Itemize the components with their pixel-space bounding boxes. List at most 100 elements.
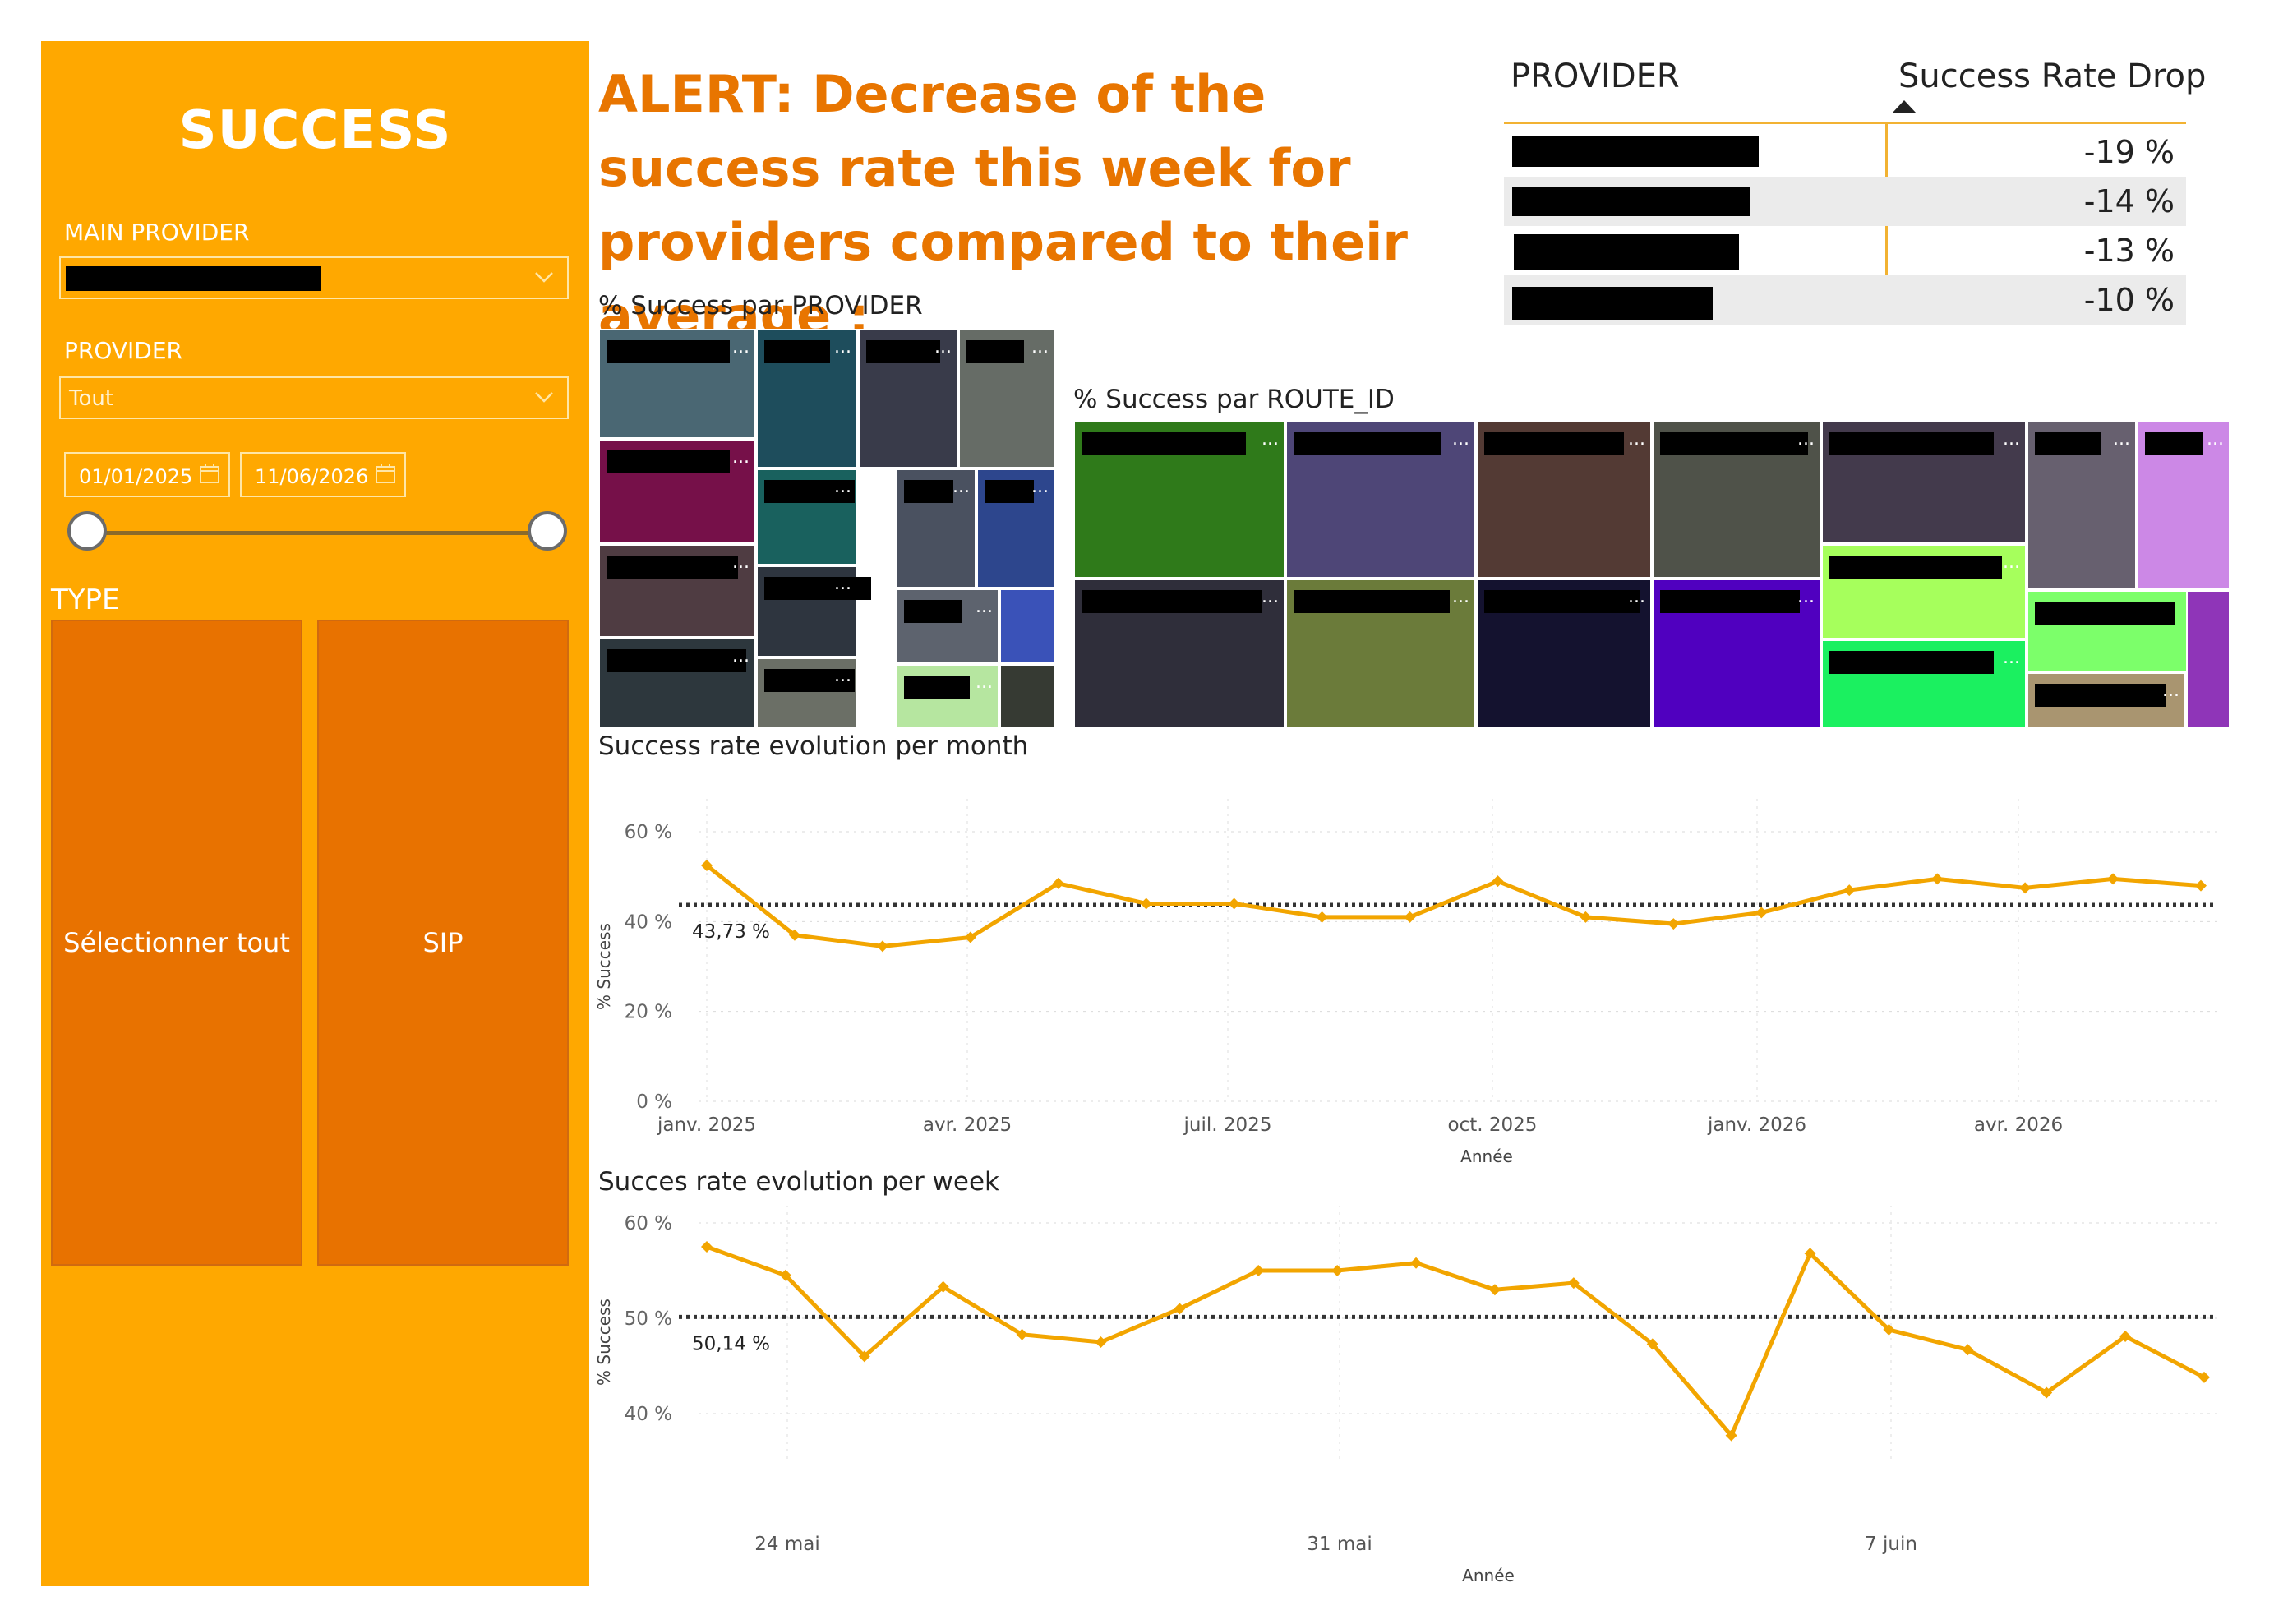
- redacted-label: [1829, 651, 1994, 674]
- main-provider-dropdown[interactable]: [59, 256, 569, 299]
- table-row[interactable]: -10 %: [1504, 275, 2186, 325]
- data-point[interactable]: [1667, 918, 1680, 930]
- calendar-icon[interactable]: [199, 464, 220, 485]
- provider-tile[interactable]: ...: [958, 329, 1055, 468]
- redacted-provider: [1514, 234, 1739, 270]
- more-options-icon: ...: [1452, 429, 1469, 450]
- route-tile[interactable]: [2186, 590, 2230, 728]
- y-axis-title: % Success: [594, 923, 614, 1010]
- table-row[interactable]: -19 %: [1504, 127, 2186, 177]
- data-point[interactable]: [2107, 873, 2119, 885]
- provider-tile[interactable]: [999, 664, 1055, 728]
- provider-tile[interactable]: ...: [896, 664, 999, 728]
- provider-tile[interactable]: ...: [598, 544, 756, 638]
- route-tile[interactable]: ...: [2137, 421, 2230, 590]
- weekly-line-chart[interactable]: 40 % 50 % 60 % 24 mai 31 mai 7 juin Année % Suc…: [590, 1206, 2234, 1585]
- data-point[interactable]: [701, 1241, 713, 1253]
- provider-tile[interactable]: ...: [598, 638, 756, 728]
- data-point[interactable]: [2195, 879, 2207, 892]
- table-row[interactable]: -13 %: [1504, 226, 2186, 275]
- end-date-input[interactable]: 11/06/2026: [240, 452, 406, 497]
- route-tile[interactable]: ...: [1652, 579, 1821, 728]
- calendar-icon[interactable]: [375, 464, 396, 485]
- treemap-route-title: % Success par ROUTE_ID: [1073, 385, 1395, 414]
- provider-tile[interactable]: ...: [896, 588, 999, 664]
- x-axis-title: Année: [1462, 1566, 1515, 1585]
- more-options-icon: ...: [1797, 429, 1815, 450]
- start-date-input[interactable]: 01/01/2025: [64, 452, 230, 497]
- drop-value: -10 %: [2083, 282, 2175, 318]
- route-tile[interactable]: ...: [2027, 672, 2186, 728]
- provider-tile[interactable]: ...: [598, 329, 756, 439]
- provider-tile[interactable]: ...: [858, 329, 958, 468]
- data-point[interactable]: [1095, 1336, 1107, 1348]
- more-options-icon: ...: [1262, 587, 1279, 607]
- monthly-line-chart[interactable]: 0 % 20 % 40 % 60 % janv. 2025 avr. 2025 juil. …: [590, 773, 2234, 1167]
- provider-tile[interactable]: ...: [756, 468, 858, 565]
- redacted-label: [1484, 590, 1640, 613]
- route-tile[interactable]: ...: [1821, 639, 2027, 728]
- route-tile[interactable]: ...: [1285, 579, 1476, 728]
- route-tile[interactable]: ...: [1821, 421, 2027, 544]
- route-tile[interactable]: ...: [1821, 544, 2027, 639]
- x-tick-label: avr. 2026: [1974, 1114, 2063, 1136]
- redacted-label: [607, 450, 730, 473]
- route-tile[interactable]: ...: [1652, 421, 1821, 579]
- redacted-label: [607, 649, 746, 672]
- data-point[interactable]: [1404, 911, 1416, 923]
- data-point[interactable]: [1140, 897, 1152, 910]
- provider-tile[interactable]: ...: [976, 468, 1055, 588]
- provider-tile[interactable]: ...: [896, 468, 976, 588]
- table-header-drop[interactable]: Success Rate Drop: [1898, 58, 2206, 95]
- data-point[interactable]: [2019, 882, 2032, 894]
- more-options-icon: ...: [952, 477, 970, 497]
- date-range-start-handle[interactable]: [67, 511, 107, 551]
- redacted-label: [904, 676, 970, 699]
- redacted-label: [607, 556, 738, 579]
- y-tick-label: 40 %: [625, 1404, 672, 1425]
- data-point[interactable]: [1931, 873, 1944, 885]
- date-range-slider-track[interactable]: [90, 531, 549, 535]
- chevron-down-icon: [535, 272, 553, 283]
- provider-tile[interactable]: [999, 588, 1055, 664]
- provider-tile[interactable]: ...: [598, 439, 756, 544]
- data-point[interactable]: [1316, 911, 1328, 923]
- route-tile[interactable]: ...: [1476, 579, 1652, 728]
- more-options-icon: ...: [834, 666, 851, 686]
- x-tick-label: 24 mai: [754, 1534, 819, 1555]
- data-point[interactable]: [876, 940, 888, 953]
- type-select-all-button[interactable]: Sélectionner tout: [51, 620, 302, 1266]
- table-header-provider[interactable]: PROVIDER: [1511, 58, 1680, 95]
- data-point[interactable]: [1488, 1284, 1501, 1296]
- data-point[interactable]: [1410, 1257, 1423, 1269]
- route-tile[interactable]: ...: [1285, 421, 1476, 579]
- redacted-label: [2035, 684, 2166, 707]
- more-options-icon: ...: [2162, 681, 2179, 701]
- data-point[interactable]: [1843, 884, 1856, 897]
- type-sip-button[interactable]: SIP: [317, 620, 569, 1266]
- more-options-icon: ...: [976, 597, 993, 617]
- route-tile[interactable]: ...: [1476, 421, 1652, 579]
- y-tick-label: 60 %: [625, 1213, 672, 1234]
- redacted-label: [866, 340, 940, 363]
- route-tile[interactable]: ...: [2027, 421, 2137, 590]
- series-line: [706, 1244, 2206, 1438]
- table-row[interactable]: -14 %: [1504, 177, 2186, 226]
- monthly-chart-title: Success rate evolution per month: [598, 731, 1029, 761]
- route-tile[interactable]: ...: [1073, 579, 1285, 728]
- provider-dropdown[interactable]: Tout: [59, 376, 569, 419]
- provider-tile[interactable]: ...: [756, 329, 858, 468]
- data-point[interactable]: [1492, 875, 1504, 888]
- y-tick-label: 20 %: [625, 1002, 672, 1023]
- provider-tile[interactable]: ...: [756, 657, 858, 728]
- data-point[interactable]: [1580, 911, 1592, 923]
- route-tile[interactable]: ...: [1073, 421, 1285, 579]
- date-range-end-handle[interactable]: [528, 511, 567, 551]
- provider-tile[interactable]: ...: [756, 565, 871, 657]
- redacted-label: [1294, 590, 1450, 613]
- data-point[interactable]: [1331, 1265, 1344, 1276]
- data-point[interactable]: [1228, 897, 1240, 910]
- redacted-label: [1484, 432, 1624, 455]
- data-point[interactable]: [1755, 907, 1768, 919]
- weekly-chart-title: Succes rate evolution per week: [598, 1167, 999, 1197]
